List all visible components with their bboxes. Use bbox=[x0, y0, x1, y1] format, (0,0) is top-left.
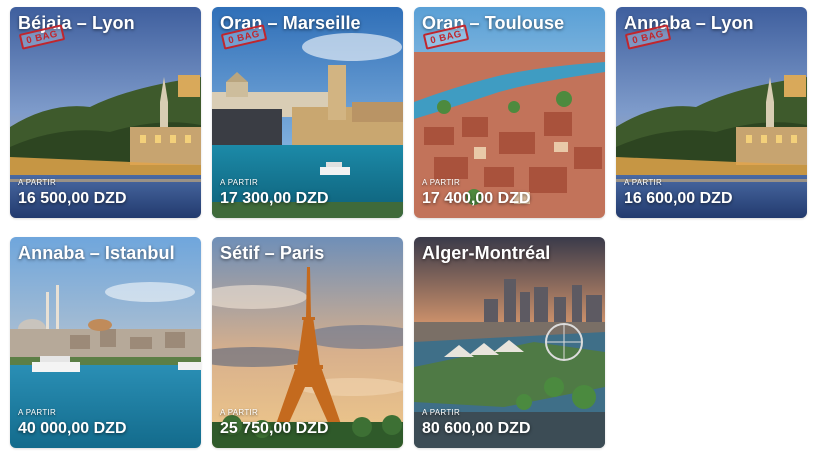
destination-card-alger-montreal[interactable]: Alger-Montréal A PARTIR 80 600,00 DZD bbox=[414, 237, 605, 448]
from-label: A PARTIR bbox=[220, 408, 259, 417]
from-label: A PARTIR bbox=[18, 178, 57, 187]
from-label: A PARTIR bbox=[18, 408, 57, 417]
destination-card-annaba-istanbul[interactable]: Annaba – Istanbul A PARTIR 40 000,00 DZD bbox=[10, 237, 201, 448]
route-title: Annaba – Istanbul bbox=[18, 243, 175, 263]
price: 17 300,00 DZD bbox=[220, 190, 329, 207]
route-title: Sétif – Paris bbox=[220, 243, 325, 263]
route-title: Alger-Montréal bbox=[422, 243, 551, 263]
destination-card-bejaia-lyon[interactable]: Béjaia – Lyon 0 BAG A PARTIR 16 500,00 D… bbox=[10, 7, 201, 218]
price: 16 600,00 DZD bbox=[624, 190, 733, 207]
from-label: A PARTIR bbox=[422, 408, 461, 417]
from-label: A PARTIR bbox=[624, 178, 663, 187]
price: 80 600,00 DZD bbox=[422, 420, 531, 437]
destination-card-setif-paris[interactable]: Sétif – Paris A PARTIR 25 750,00 DZD bbox=[212, 237, 403, 448]
destination-card-oran-marseille[interactable]: Oran – Marseille 0 BAG A PARTIR 17 300,0… bbox=[212, 7, 403, 218]
price: 17 400,00 DZD bbox=[422, 190, 531, 207]
price: 40 000,00 DZD bbox=[18, 420, 127, 437]
from-label: A PARTIR bbox=[220, 178, 259, 187]
from-label: A PARTIR bbox=[422, 178, 461, 187]
destination-card-oran-toulouse[interactable]: Oran – Toulouse 0 BAG A PARTIR 17 400,00… bbox=[414, 7, 605, 218]
price: 25 750,00 DZD bbox=[220, 420, 329, 437]
price: 16 500,00 DZD bbox=[18, 190, 127, 207]
destination-card-annaba-lyon[interactable]: Annaba – Lyon 0 BAG A PARTIR 16 600,00 D… bbox=[616, 7, 807, 218]
